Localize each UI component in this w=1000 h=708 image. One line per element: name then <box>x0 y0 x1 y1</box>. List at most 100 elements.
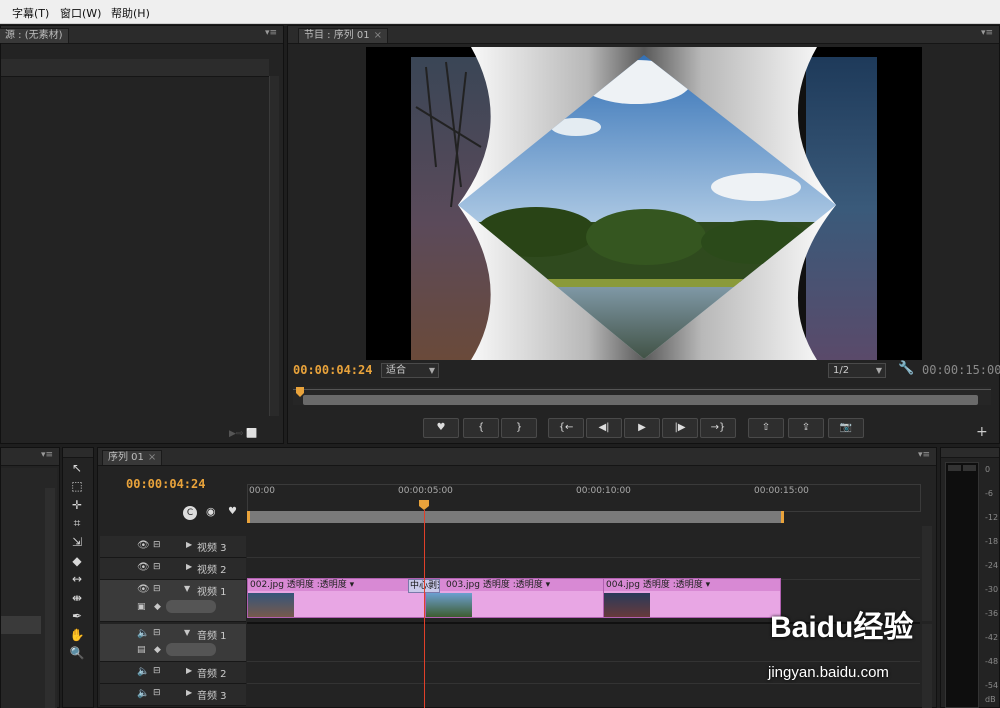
clip-effect: 透明度 :透明度 <box>642 580 703 590</box>
panel-menu-icon[interactable]: ▾≡ <box>41 450 53 460</box>
lift-button[interactable]: ⇧ <box>748 418 784 438</box>
program-monitor-panel: 节目 : 序列 01 × ▾≡ 00:00:04:24 适合 ▼ 1/2 ▼ 🔧… <box>287 25 1000 444</box>
step-back-button[interactable]: ◀| <box>586 418 622 438</box>
go-to-in-button[interactable]: {← <box>548 418 584 438</box>
meter-label: -42 <box>985 633 999 642</box>
slide-tool-icon[interactable]: ⇼ <box>67 590 87 606</box>
track-select-tool-icon[interactable]: ⬚ <box>67 478 87 494</box>
add-marker-icon[interactable]: ♥ <box>228 506 237 517</box>
track-label-audio1: 音频 1 <box>197 631 227 642</box>
add-button[interactable]: + <box>976 424 988 440</box>
tab-program[interactable]: 节目 : 序列 01 × <box>298 28 389 43</box>
close-icon[interactable]: × <box>374 30 382 41</box>
menu-bar: 字幕(T) 窗口(W) 帮助(H) <box>0 0 1000 24</box>
meter-label: -36 <box>985 609 999 618</box>
track-label-video1: 视频 1 <box>197 587 227 598</box>
scrollbar[interactable] <box>269 76 279 416</box>
panel-menu-icon[interactable]: ▾≡ <box>981 28 993 38</box>
meter-label: -30 <box>985 585 999 594</box>
expand-arrow-icon[interactable]: ▶ <box>186 540 192 549</box>
clip-thumbnail <box>426 593 472 617</box>
sync-lock-icon[interactable]: ⊟ <box>153 688 161 698</box>
keyframe-icon[interactable]: ◆ <box>154 602 161 612</box>
timeline-current-time[interactable]: 00:00:04:24 <box>126 477 205 491</box>
work-area-bar[interactable] <box>247 511 784 523</box>
preview-image <box>411 47 877 360</box>
clip-004[interactable]: 004.jpg 透明度 :透明度 ▾ <box>603 578 781 618</box>
rolling-edit-tool-icon[interactable]: ⌗ <box>67 515 87 531</box>
meter-label: -48 <box>985 657 999 666</box>
razor-tool-icon[interactable]: ◆ <box>67 553 87 569</box>
expand-arrow-icon[interactable]: ▶ <box>186 688 192 697</box>
close-icon[interactable]: × <box>148 452 156 463</box>
expand-arrow-icon[interactable]: ▶ <box>186 562 192 571</box>
watermark-url: jingyan.baidu.com <box>768 664 889 681</box>
ripple-edit-tool-icon[interactable]: ✛ <box>67 497 87 513</box>
sync-lock-icon[interactable]: ⊟ <box>153 540 161 550</box>
display-style-icon[interactable]: ▤ <box>137 645 146 655</box>
tab-source[interactable]: 源 : (无素材) <box>0 28 69 43</box>
pen-tool-icon[interactable]: ✒ <box>67 608 87 624</box>
collapse-arrow-icon[interactable]: ▼ <box>184 584 190 593</box>
selection-tool-icon[interactable]: ↖ <box>67 460 87 476</box>
mini-timeline[interactable] <box>293 387 991 405</box>
resolution-dropdown[interactable]: 1/2 ▼ <box>828 363 886 378</box>
expand-arrow-icon[interactable]: ▶ <box>186 666 192 675</box>
sync-lock-icon[interactable]: ⊟ <box>153 584 161 594</box>
clip-name: 002.jpg <box>250 580 284 590</box>
clip-002[interactable]: 002.jpg 透明度 :透明度 ▾ <box>247 578 426 618</box>
panel-menu-icon[interactable]: ▾≡ <box>918 450 930 460</box>
wrench-icon[interactable]: 🔧 <box>898 361 914 376</box>
sync-lock-icon[interactable]: ⊟ <box>153 628 161 638</box>
eye-icon[interactable]: 👁 <box>137 562 150 573</box>
go-to-out-button[interactable]: →} <box>700 418 736 438</box>
source-panel: 源 : (无素材) ▾≡ ▶⇨ ⬜ <box>0 25 284 444</box>
meter-label: -24 <box>985 561 999 570</box>
list-item[interactable] <box>1 616 41 634</box>
menu-item-help[interactable]: 帮助(H) <box>111 5 150 21</box>
tab-sequence[interactable]: 序列 01 × <box>102 450 163 465</box>
display-style-icon[interactable]: ▣ <box>137 602 146 612</box>
slip-tool-icon[interactable]: ↔ <box>67 571 87 587</box>
speaker-icon[interactable]: 🔈 <box>137 688 149 699</box>
step-forward-button[interactable]: |▶ <box>662 418 698 438</box>
add-marker-button[interactable]: ♥ <box>423 418 459 438</box>
audio-meter <box>945 462 979 708</box>
marker-icon[interactable]: ◉ <box>206 505 216 518</box>
mark-out-button[interactable]: } <box>501 418 537 438</box>
clip-003[interactable]: 003.jpg 透明度 :透明度 ▾ <box>425 578 604 618</box>
keyframe-icon[interactable]: ◆ <box>154 645 161 655</box>
zoom-scrollbar[interactable] <box>303 395 978 405</box>
speaker-icon[interactable]: 🔈 <box>137 666 149 677</box>
menu-item-title[interactable]: 字幕(T) <box>12 5 49 21</box>
play-button[interactable]: ▶ <box>624 418 660 438</box>
collapse-arrow-icon[interactable]: ▼ <box>184 628 190 637</box>
panel-menu-icon[interactable]: ▾≡ <box>265 28 277 38</box>
clip-name: 004.jpg <box>606 580 640 590</box>
playhead-line[interactable] <box>424 510 425 708</box>
tools-tabbar <box>63 448 93 458</box>
program-duration: 00:00:15:00 <box>922 363 1000 377</box>
clip-thumbnail <box>248 593 294 617</box>
rate-stretch-tool-icon[interactable]: ⇲ <box>67 534 87 550</box>
sync-lock-icon[interactable]: ⊟ <box>153 666 161 676</box>
zoom-dropdown[interactable]: 适合 ▼ <box>381 363 439 378</box>
hand-tool-icon[interactable]: ✋ <box>67 627 87 643</box>
snap-icon[interactable]: C <box>183 506 197 520</box>
menu-item-window[interactable]: 窗口(W) <box>60 5 101 21</box>
zoom-tool-icon[interactable]: 🔍 <box>67 645 87 661</box>
mark-in-button[interactable]: { <box>463 418 499 438</box>
keyframe-nav[interactable] <box>166 643 216 656</box>
sync-lock-icon[interactable]: ⊟ <box>153 562 161 572</box>
speaker-icon[interactable]: 🔈 <box>137 628 149 639</box>
ruler-label: 00:00 <box>249 486 275 496</box>
eye-icon[interactable]: 👁 <box>137 584 150 595</box>
eye-icon[interactable]: 👁 <box>137 540 150 551</box>
camera-icon[interactable]: 📷 <box>828 418 864 438</box>
project-panel: ▾≡ <box>0 447 60 708</box>
program-current-time[interactable]: 00:00:04:24 <box>293 363 372 377</box>
extract-button[interactable]: ⇪ <box>788 418 824 438</box>
scrollbar[interactable] <box>45 488 55 708</box>
clip-header: 003.jpg 透明度 :透明度 ▾ <box>426 579 603 591</box>
keyframe-nav[interactable] <box>166 600 216 613</box>
